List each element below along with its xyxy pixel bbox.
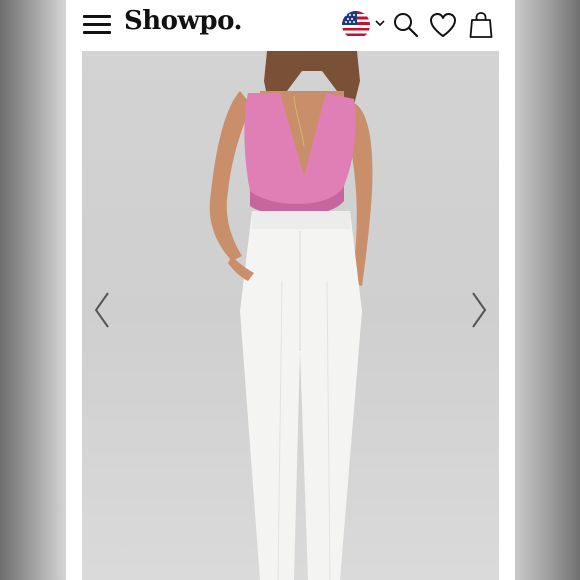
site-header: Showpo. — [66, 0, 515, 50]
shopping-bag-icon[interactable] — [468, 11, 494, 39]
product-image[interactable] — [82, 51, 499, 580]
us-flag-icon — [342, 11, 370, 39]
mobile-page: Showpo. — [66, 0, 515, 580]
brand-logo[interactable]: Showpo. — [124, 6, 243, 36]
region-selector[interactable] — [342, 11, 388, 39]
chevron-right-icon[interactable] — [471, 291, 487, 329]
model-photo — [209, 51, 373, 580]
heart-icon[interactable] — [428, 11, 458, 39]
chevron-left-icon[interactable] — [94, 291, 110, 329]
chevron-down-icon — [375, 20, 385, 27]
hamburger-menu-icon[interactable] — [83, 14, 111, 34]
search-icon[interactable] — [393, 11, 419, 39]
